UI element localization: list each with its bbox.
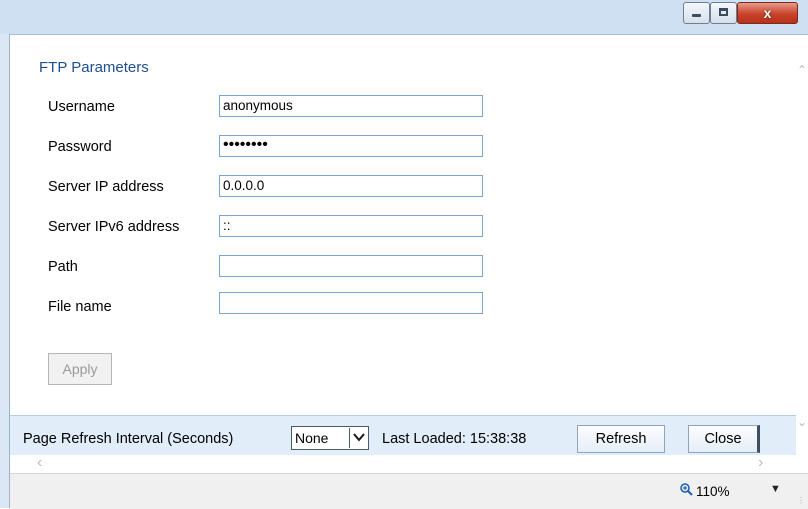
vertical-scrollbar[interactable]: ⌃ ⌄ xyxy=(796,35,808,455)
password-label: Password xyxy=(48,139,112,155)
server-ip-label: Server IP address xyxy=(48,179,164,195)
scroll-down-icon[interactable]: ⌄ xyxy=(797,415,807,429)
refresh-interval-label: Page Refresh Interval (Seconds) xyxy=(23,431,234,447)
close-button[interactable]: Close xyxy=(688,425,760,453)
username-field[interactable]: anonymous xyxy=(219,95,483,117)
username-label: Username xyxy=(48,99,115,115)
scroll-up-icon[interactable]: ⌃ xyxy=(797,63,807,77)
status-bar: 110% ▼ ⋮ xyxy=(10,473,808,509)
file-name-field[interactable] xyxy=(219,292,483,314)
zoom-icon xyxy=(680,483,693,499)
ftp-form: FTP Parameters Username anonymous Passwo… xyxy=(10,35,796,415)
zoom-level: 110% xyxy=(696,483,730,499)
window-titlebar: x xyxy=(0,0,808,35)
server-ipv6-field[interactable]: :: xyxy=(219,215,483,237)
scroll-left-icon[interactable]: ‹ xyxy=(37,454,42,472)
apply-button[interactable]: Apply xyxy=(48,353,112,385)
server-ip-field[interactable]: 0.0.0.0 xyxy=(219,175,483,197)
scroll-right-icon[interactable]: › xyxy=(758,454,763,472)
file-name-label: File name xyxy=(48,299,112,315)
resize-grip-icon[interactable]: ⋮ xyxy=(797,496,805,505)
zoom-control[interactable]: 110% xyxy=(680,483,730,499)
page-toolbar: Page Refresh Interval (Seconds) None Las… xyxy=(10,415,796,456)
zoom-dropdown-icon[interactable]: ▼ xyxy=(770,483,781,495)
window-close-button[interactable]: x xyxy=(737,2,798,24)
chevron-down-icon[interactable] xyxy=(349,428,367,448)
refresh-interval-value: None xyxy=(295,430,329,446)
server-ipv6-label: Server IPv6 address xyxy=(48,219,180,235)
refresh-interval-select[interactable]: None xyxy=(291,426,369,450)
close-icon: x xyxy=(763,5,772,21)
section-title: FTP Parameters xyxy=(39,59,149,76)
last-loaded-text: Last Loaded: 15:38:38 xyxy=(382,431,527,447)
maximize-button[interactable] xyxy=(710,2,737,24)
password-field[interactable]: •••••••• xyxy=(219,135,483,157)
path-field[interactable] xyxy=(219,255,483,277)
minimize-icon xyxy=(692,14,701,17)
maximize-icon xyxy=(719,8,728,16)
refresh-button[interactable]: Refresh xyxy=(577,425,665,453)
path-label: Path xyxy=(48,259,78,275)
horizontal-scrollbar[interactable]: ‹ › xyxy=(10,454,796,473)
minimize-button[interactable] xyxy=(683,2,710,24)
window-left-border xyxy=(0,34,10,508)
